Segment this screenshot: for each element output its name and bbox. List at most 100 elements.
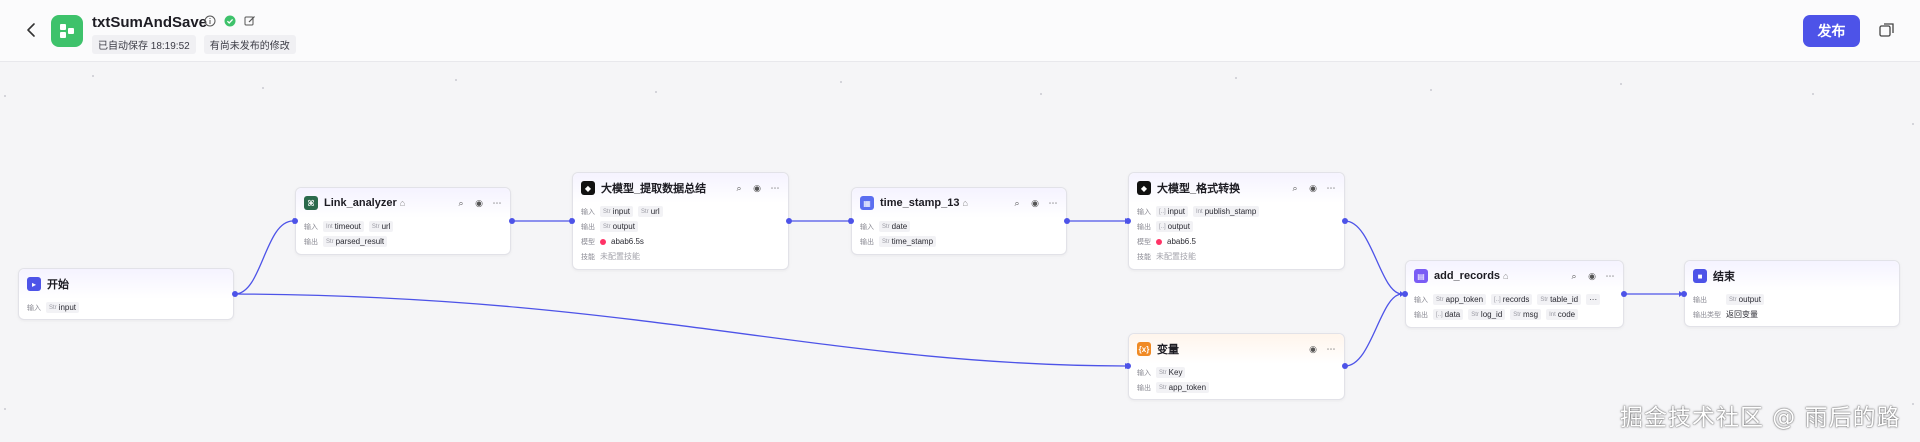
plugin-icon: ⌘ — [304, 196, 318, 210]
param-chip: [..] records — [1491, 294, 1533, 305]
node-llm-summarize[interactable]: ◆ 大模型_提取数据总结 ⌕ ◉ ⋯ 输入 Str input Str url 输出… — [572, 172, 789, 270]
node-time-stamp[interactable]: ▦ time_stamp_13 ⌂ ⌕ ◉ ⋯ 输入 Str date 输出 St… — [851, 187, 1067, 255]
node-end[interactable]: ■ 结束 输出 Str output 输出类型 返回变量 — [1684, 260, 1900, 327]
publish-button[interactable]: 发布 — [1803, 15, 1860, 47]
param-chip: Str input — [600, 206, 634, 217]
end-node-icon: ■ — [1693, 269, 1707, 283]
node-title: Link_analyzer — [324, 197, 397, 209]
output-port[interactable] — [1342, 363, 1348, 369]
run-icon[interactable]: ◉ — [1587, 271, 1597, 281]
start-node-icon: ▸ — [27, 277, 41, 291]
more-icon[interactable]: ⋯ — [1326, 183, 1336, 193]
input-port[interactable] — [292, 218, 298, 224]
app-logo-icon — [51, 15, 83, 47]
more-icon[interactable]: ⋯ — [1326, 344, 1336, 354]
input-label: 输入 — [1137, 369, 1151, 377]
input-label: 输入 — [581, 208, 595, 216]
input-label: 输入 — [860, 223, 874, 231]
info-icon[interactable] — [204, 15, 218, 29]
skill-label: 技能 — [581, 253, 595, 261]
more-icon[interactable]: ⋯ — [1605, 271, 1615, 281]
node-title: time_stamp_13 — [880, 197, 960, 209]
output-label: 输出 — [860, 238, 874, 246]
param-chip: Str app_token — [1433, 294, 1487, 305]
node-title: 结束 — [1713, 271, 1735, 283]
output-mode-value: 返回变量 — [1726, 310, 1758, 319]
node-actions: ⌕ ◉ ⋯ — [456, 198, 502, 208]
param-chip: Str table_id — [1537, 294, 1582, 305]
skill-value: 未配置技能 — [1156, 252, 1196, 261]
param-chip: Str date — [879, 221, 911, 232]
more-icon[interactable]: ⋯ — [770, 183, 780, 193]
input-label: 输入 — [27, 304, 41, 312]
param-chip: Str time_stamp — [879, 236, 937, 247]
model-name: abab6.5s — [611, 237, 644, 246]
input-label: 输入 — [1137, 208, 1151, 216]
node-title: 开始 — [47, 279, 69, 291]
param-chip: [..] data — [1433, 309, 1464, 320]
run-icon[interactable]: ◉ — [1030, 198, 1040, 208]
plugin-icon: ▦ — [860, 196, 874, 210]
input-port[interactable] — [569, 218, 575, 224]
run-icon[interactable]: ◉ — [1308, 183, 1318, 193]
input-port[interactable] — [848, 218, 854, 224]
more-icon[interactable]: ⋯ — [492, 198, 502, 208]
run-icon[interactable]: ◉ — [752, 183, 762, 193]
param-chip: Str output — [600, 221, 638, 232]
input-port[interactable] — [1681, 291, 1687, 297]
model-label: 模型 — [1137, 238, 1151, 246]
unpublished-status: 有尚未发布的修改 — [203, 35, 296, 54]
output-port[interactable] — [1064, 218, 1070, 224]
input-label: 输入 — [1414, 296, 1428, 304]
output-port[interactable] — [1342, 218, 1348, 224]
plugin-icon: ▤ — [1414, 269, 1428, 283]
run-icon[interactable]: ◉ — [474, 198, 484, 208]
node-start[interactable]: ▸ 开始 输入 Str input — [18, 268, 234, 320]
output-port[interactable] — [786, 218, 792, 224]
output-port[interactable] — [232, 291, 238, 297]
node-add-records[interactable]: ▤ add_records ⌂ ⌕ ◉ ⋯ 输入 Str app_token [.… — [1405, 260, 1624, 328]
node-actions: ⌕ ◉ ⋯ — [734, 183, 780, 193]
input-port[interactable] — [1125, 218, 1131, 224]
param-chip: Str url — [368, 221, 394, 232]
node-title: 变量 — [1157, 344, 1179, 356]
node-title: 大模型_格式转换 — [1157, 183, 1241, 195]
model-logo-icon — [600, 238, 606, 245]
back-arrow-icon[interactable] — [22, 20, 42, 40]
llm-icon: ◆ — [1137, 181, 1151, 195]
output-label: 输出 — [304, 238, 318, 246]
param-chip: Str app_token — [1156, 382, 1210, 393]
debug-icon[interactable]: ⌕ — [1012, 198, 1022, 208]
input-port[interactable] — [1125, 363, 1131, 369]
node-actions: ⌕ ◉ ⋯ — [1569, 271, 1615, 281]
param-chip: Int timeout — [323, 221, 364, 232]
edit-icon[interactable] — [244, 15, 258, 29]
debug-icon[interactable]: ⌕ — [734, 183, 744, 193]
param-chip: [..] output — [1156, 221, 1193, 232]
output-port[interactable] — [1621, 291, 1627, 297]
param-chip: Str log_id — [1468, 309, 1506, 320]
node-variable[interactable]: {x} 变量 ◉ ⋯ 输入 Str Key 输出 Str app_token — [1128, 333, 1345, 400]
plugin-badge-icon: ⌂ — [962, 198, 968, 208]
workflow-header: txtSumAndSave 已自动保存 18:19:52 有尚未发布的修改 发布 — [0, 0, 1920, 62]
plugin-badge-icon: ⌂ — [399, 198, 406, 208]
node-link-analyzer[interactable]: ⌘ Link_analyzer ⌂ ⌕ ◉ ⋯ 输入 Int timeout St… — [295, 187, 511, 255]
debug-icon[interactable]: ⌕ — [456, 198, 466, 208]
debug-icon[interactable]: ⌕ — [1569, 271, 1579, 281]
duplicate-icon[interactable] — [1878, 21, 1896, 39]
input-port[interactable] — [1402, 291, 1408, 297]
autosave-status: 已自动保存 18:19:52 — [92, 35, 196, 54]
more-params-chip[interactable]: ··· — [1586, 294, 1601, 305]
debug-icon[interactable]: ⌕ — [1290, 183, 1300, 193]
output-port[interactable] — [509, 218, 515, 224]
output-label: 输出 — [1414, 311, 1428, 319]
param-chip: Str input — [46, 302, 80, 313]
output-mode-label: 输出类型 — [1693, 311, 1721, 319]
node-llm-format[interactable]: ◆ 大模型_格式转换 ⌕ ◉ ⋯ 输入 [..] input Int publish… — [1128, 172, 1345, 270]
run-icon[interactable]: ◉ — [1308, 344, 1318, 354]
more-icon[interactable]: ⋯ — [1048, 198, 1058, 208]
param-chip: Str msg — [1510, 309, 1542, 320]
input-label: 输入 — [304, 223, 318, 231]
variable-icon: {x} — [1137, 342, 1151, 356]
model-logo-icon — [1156, 238, 1162, 245]
